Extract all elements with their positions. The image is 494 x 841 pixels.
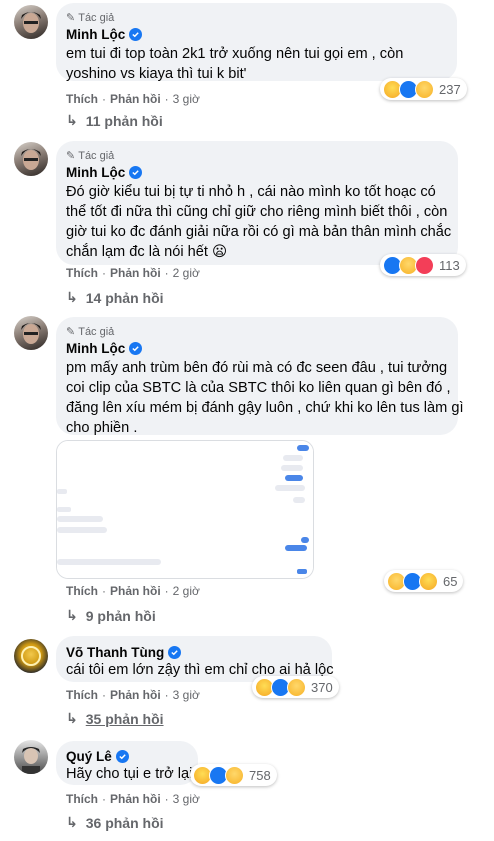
comment-actions: Thích · Phản hồi · 3 giờ xyxy=(66,792,200,806)
author-badge: ✎ Tác giả xyxy=(66,11,115,25)
pen-icon: ✎ xyxy=(66,150,76,162)
sad-icon xyxy=(415,79,434,99)
commenter-name[interactable]: Quý Lê xyxy=(66,749,129,764)
avatar[interactable] xyxy=(14,142,48,176)
like-button[interactable]: Thích xyxy=(66,92,98,106)
pen-icon: ✎ xyxy=(66,12,76,24)
comment-actions: Thích · Phản hồi · 2 giờ xyxy=(66,584,200,598)
reply-arrow-icon: ↳ xyxy=(66,607,78,623)
avatar[interactable] xyxy=(14,5,48,39)
like-button[interactable]: Thích xyxy=(66,688,98,702)
reply-button[interactable]: Phản hồi xyxy=(110,92,161,106)
reply-button[interactable]: Phản hồi xyxy=(110,792,161,806)
verified-icon xyxy=(129,166,143,179)
timestamp[interactable]: 3 giờ xyxy=(173,792,200,806)
reaction-summary[interactable]: 65 xyxy=(384,570,464,592)
commenter-name[interactable]: Minh Lộc xyxy=(66,341,143,356)
comment-line: cho phiền . xyxy=(66,420,138,436)
timestamp[interactable]: 3 giờ xyxy=(173,92,200,106)
love-icon xyxy=(415,255,434,275)
reply-arrow-icon: ↳ xyxy=(66,710,78,726)
reply-arrow-icon: ↳ xyxy=(66,289,78,305)
timestamp[interactable]: 2 giờ xyxy=(173,584,200,598)
view-replies-link[interactable]: ↳ 14 phản hồi xyxy=(66,289,164,306)
comment-bubble: ✎ Tác giả Minh Lộc Đó giờ kiểu tui bị tự … xyxy=(56,141,458,265)
reaction-summary[interactable]: 237 xyxy=(380,78,467,100)
commenter-name[interactable]: Minh Lộc xyxy=(66,165,143,180)
comment-line: Hãy cho tụi e trở lại xyxy=(66,766,193,782)
commenter-name[interactable]: Minh Lộc xyxy=(66,27,143,42)
like-button[interactable]: Thích xyxy=(66,584,98,598)
like-button[interactable]: Thích xyxy=(66,266,98,280)
commenter-name[interactable]: Võ Thanh Tùng xyxy=(66,645,182,660)
haha-icon xyxy=(419,571,438,591)
pen-icon: ✎ xyxy=(66,326,76,338)
verified-icon xyxy=(168,646,182,659)
timestamp[interactable]: 3 giờ xyxy=(173,688,200,702)
avatar[interactable] xyxy=(14,639,48,673)
sad-icon xyxy=(225,765,244,785)
comment-line: coi clip của SBTC là của SBTC thôi ko li… xyxy=(66,380,451,396)
reaction-summary[interactable]: 758 xyxy=(190,764,277,786)
comment-line: yoshino vs kiaya thì tui k bit' xyxy=(66,66,247,82)
verified-icon xyxy=(129,342,143,355)
sad-icon xyxy=(287,677,306,697)
comment-bubble: Quý Lê Hãy cho tụi e trở lại xyxy=(56,741,198,785)
reply-button[interactable]: Phản hồi xyxy=(110,584,161,598)
author-badge: ✎ Tác giả xyxy=(66,149,115,163)
reply-arrow-icon: ↳ xyxy=(66,814,78,830)
verified-icon xyxy=(115,750,129,763)
timestamp[interactable]: 2 giờ xyxy=(173,266,200,280)
comment-line: giờ tui ko đc đánh giải nữa rồi có gì mà… xyxy=(66,224,452,240)
verified-icon xyxy=(129,28,143,41)
like-button[interactable]: Thích xyxy=(66,792,98,806)
comment-line: Đó giờ kiểu tui bị tự ti nhỏ h , cái nào… xyxy=(66,184,436,200)
view-replies-link[interactable]: ↳ 9 phản hồi xyxy=(66,607,156,624)
reaction-summary[interactable]: 370 xyxy=(252,676,339,698)
avatar[interactable] xyxy=(14,740,48,774)
avatar[interactable] xyxy=(14,316,48,350)
comment-line: đăng lên xíu mém bị đánh gậy luôn , chứ … xyxy=(66,400,464,416)
comment-line: pm mấy anh trùm bên đó rùi mà có đc seen… xyxy=(66,360,448,376)
comment-line: chắn lạm đc là nói hết 😦 xyxy=(66,244,228,260)
comment-bubble: ✎ Tác giả Minh Lộc em tui đi top toàn 2k1… xyxy=(56,3,457,82)
reply-button[interactable]: Phản hồi xyxy=(110,266,161,280)
comment-actions: Thích · Phản hồi · 2 giờ xyxy=(66,266,200,280)
comment-line: thể tốt đi nữa thì cũng chỉ giữ cho riên… xyxy=(66,204,448,220)
view-replies-link[interactable]: ↳ 36 phản hồi xyxy=(66,814,164,831)
view-replies-link[interactable]: ↳ 35 phản hồi xyxy=(66,710,164,727)
view-replies-link[interactable]: ↳ 11 phản hồi xyxy=(66,112,163,129)
comment-bubble: ✎ Tác giả Minh Lộc pm mấy anh trùm bên đó… xyxy=(56,317,464,436)
comment-actions: Thích · Phản hồi · 3 giờ xyxy=(66,92,200,106)
reply-arrow-icon: ↳ xyxy=(66,112,78,128)
reply-button[interactable]: Phản hồi xyxy=(110,688,161,702)
comment-line: em tui đi top toàn 2k1 trở xuống nên tui… xyxy=(66,46,404,62)
reaction-summary[interactable]: 113 xyxy=(380,254,466,276)
attached-screenshot-image[interactable] xyxy=(56,440,314,579)
author-badge: ✎ Tác giả xyxy=(66,325,115,339)
comment-actions: Thích · Phản hồi · 3 giờ xyxy=(66,688,200,702)
